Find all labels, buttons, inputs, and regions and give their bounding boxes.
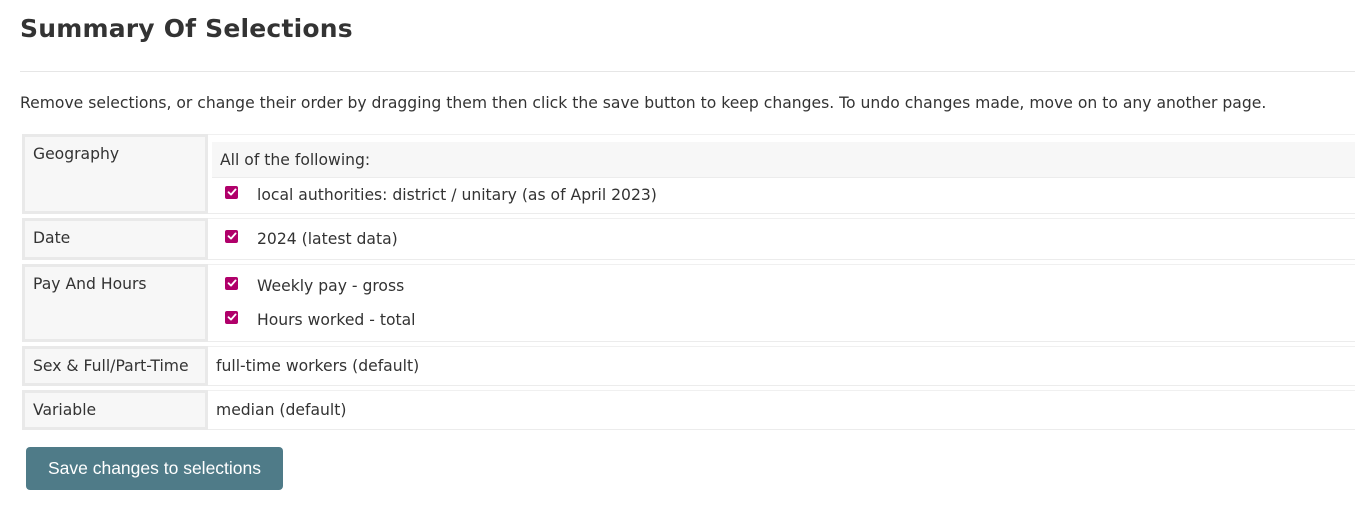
checkbox-checked-icon[interactable] [225,276,238,290]
checkbox-checked-icon[interactable] [225,185,238,199]
row-label: Date [22,218,208,260]
row-values: median (default) [208,390,1355,430]
selection-label: Weekly pay - gross [257,277,405,295]
row-label: Geography [22,134,208,214]
selection-label: 2024 (latest data) [257,230,398,248]
intro-text: Remove selections, or change their order… [20,94,1267,112]
checkbox-checked-icon[interactable] [225,310,238,324]
selection-item[interactable]: 2024 (latest data) [212,219,1355,259]
row-values: 2024 (latest data) [208,218,1355,260]
default-value: full-time workers (default) [216,357,420,375]
default-value: median (default) [216,401,347,419]
row-values: All of the following: local authorities:… [208,134,1355,214]
row-pay-and-hours[interactable]: Pay And Hours Weekly pay - gross Hours w… [22,264,1355,342]
row-values: full-time workers (default) [208,346,1355,386]
row-label: Pay And Hours [22,264,208,342]
group-heading: All of the following: [212,142,1355,178]
selection-label: Hours worked - total [257,311,416,329]
selections-table: Geography All of the following: local au… [22,130,1355,434]
row-date[interactable]: Date 2024 (latest data) [22,218,1355,260]
page-title: Summary Of Selections [20,14,353,43]
row-geography[interactable]: Geography All of the following: local au… [22,134,1355,214]
divider [20,71,1355,72]
checkbox-checked-icon[interactable] [225,229,238,243]
row-values: Weekly pay - gross Hours worked - total [208,264,1355,342]
row-variable[interactable]: Variable median (default) [22,390,1355,430]
selection-item[interactable]: Hours worked - total [212,303,1355,337]
selection-label: local authorities: district / unitary (a… [257,186,657,204]
row-label: Variable [22,390,208,430]
save-changes-button[interactable]: Save changes to selections [26,447,283,490]
selection-item[interactable]: local authorities: district / unitary (a… [212,178,1355,212]
row-label: Sex & Full/Part-Time [22,346,208,386]
row-sex-full-part-time[interactable]: Sex & Full/Part-Time full-time workers (… [22,346,1355,386]
selection-item[interactable]: Weekly pay - gross [212,269,1355,303]
